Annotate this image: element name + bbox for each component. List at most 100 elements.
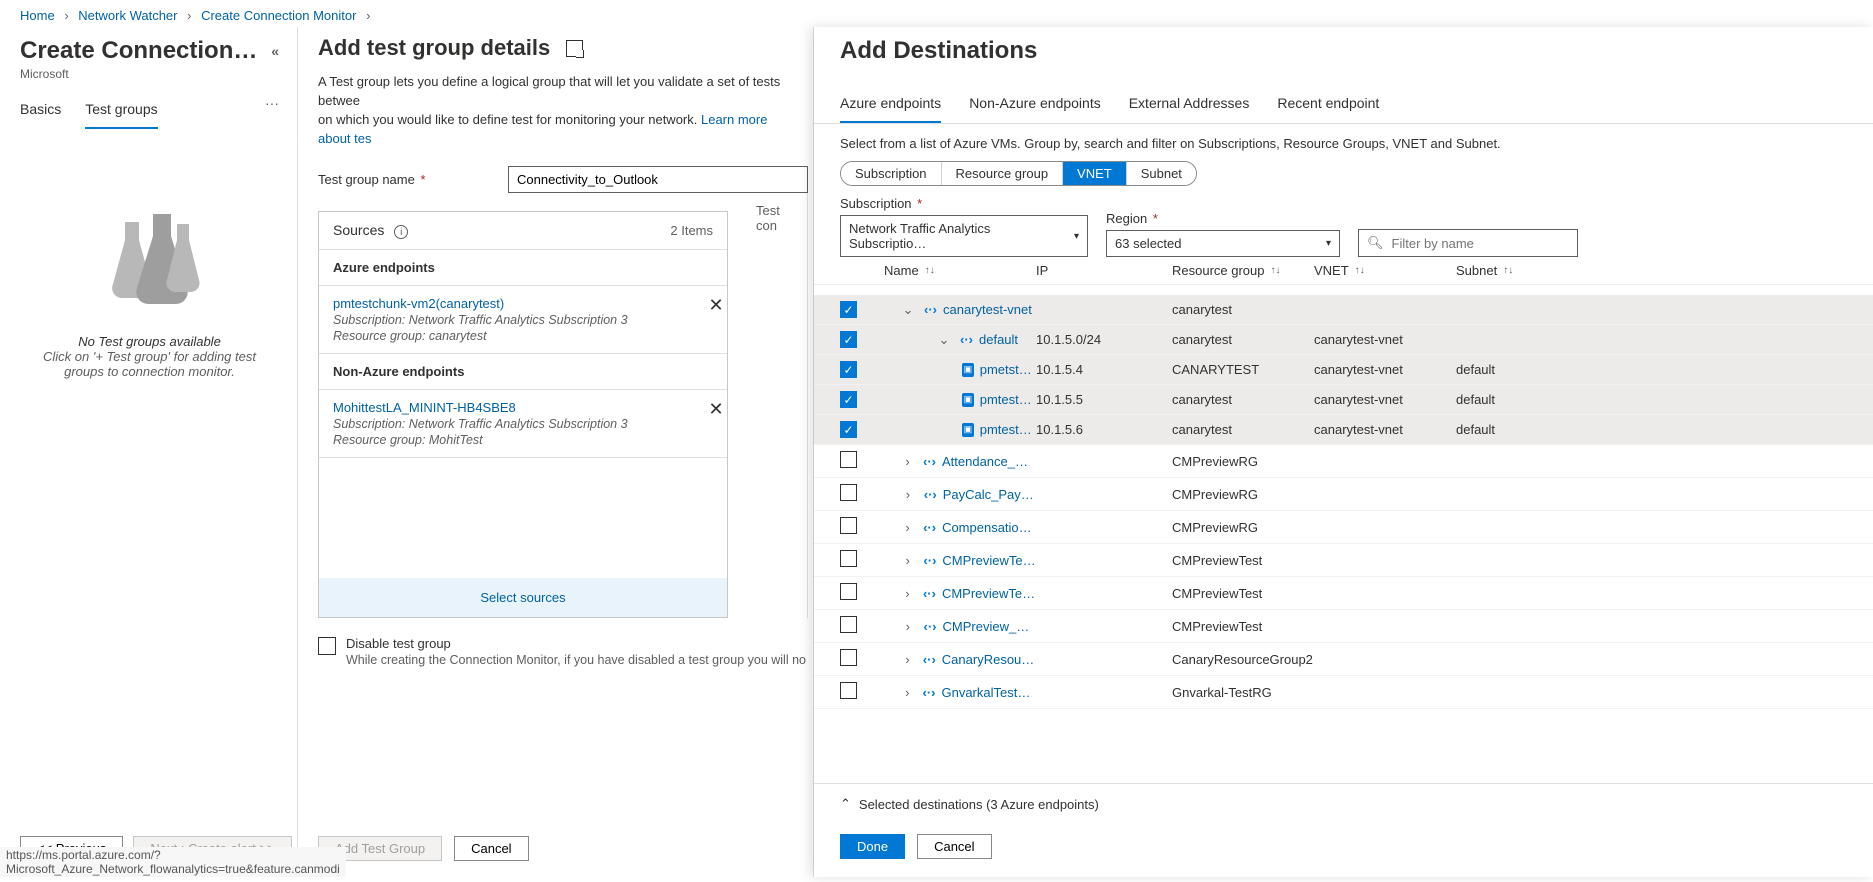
vnet-icon: ‹·› <box>923 586 936 601</box>
table-row[interactable]: ✓▣pmetstchu..10.1.5.4CANARYTESTcanarytes… <box>814 355 1873 385</box>
row-checkbox[interactable] <box>840 682 857 699</box>
region-dropdown[interactable]: 63 selected ▾ <box>1106 230 1340 257</box>
cancel-button[interactable]: Cancel <box>917 834 991 859</box>
table-row[interactable]: ›‹·›Compensation_...CMPreviewRG <box>814 511 1873 544</box>
sort-icon[interactable]: ↑↓ <box>1503 265 1513 276</box>
table-row[interactable]: ›‹·›CanaryResource..CanaryResourceGroup2 <box>814 643 1873 676</box>
filter-field[interactable] <box>1392 236 1569 251</box>
sort-icon[interactable]: ↑↓ <box>925 265 935 276</box>
collapse-icon[interactable]: « <box>271 43 279 59</box>
table-row[interactable]: ›‹·›CMPreview_HubCMPreviewTest <box>814 610 1873 643</box>
subscription-value: Network Traffic Analytics Subscriptio… <box>849 221 1064 251</box>
tab-recent-endpoint[interactable]: Recent endpoint <box>1277 87 1379 123</box>
row-name[interactable]: CanaryResource.. <box>942 652 1036 667</box>
tab-nonazure-endpoints[interactable]: Non-Azure endpoints <box>969 87 1101 123</box>
row-checkbox[interactable]: ✓ <box>840 421 857 438</box>
row-checkbox[interactable]: ✓ <box>840 391 857 408</box>
row-name[interactable]: CMPreview_Hub <box>943 619 1037 634</box>
tab-azure-endpoints[interactable]: Azure endpoints <box>840 87 941 123</box>
row-name[interactable]: pmtestchu.. <box>980 422 1036 437</box>
chevron-right-icon[interactable]: › <box>902 520 913 535</box>
filter-input[interactable]: 🔍︎ <box>1358 229 1578 257</box>
row-name[interactable]: canarytest-vnet <box>943 302 1032 317</box>
subscription-dropdown[interactable]: Network Traffic Analytics Subscriptio… ▾ <box>840 215 1088 257</box>
tab-test-groups[interactable]: Test groups <box>85 95 157 129</box>
row-checkbox[interactable] <box>840 550 857 567</box>
source-name[interactable]: pmtestchunk-vm2(canarytest) <box>333 296 697 311</box>
disable-checkbox[interactable] <box>318 637 336 655</box>
select-sources-button[interactable]: Select sources <box>319 578 727 617</box>
sort-icon[interactable]: ↑↓ <box>1355 265 1365 276</box>
chevron-right-icon[interactable]: › <box>902 619 914 634</box>
col-ip[interactable]: IP <box>1036 263 1048 278</box>
table-row[interactable]: ✓▣pmtestchu..10.1.5.6canarytestcanarytes… <box>814 415 1873 445</box>
pill-subnet[interactable]: Subnet <box>1126 162 1196 185</box>
more-icon[interactable]: ··· <box>265 95 279 129</box>
pill-subscription[interactable]: Subscription <box>841 162 941 185</box>
sort-icon[interactable]: ↑↓ <box>1271 265 1281 276</box>
table-row[interactable]: ✓▣pmtestchu..10.1.5.5canarytestcanarytes… <box>814 385 1873 415</box>
row-checkbox[interactable] <box>840 616 857 633</box>
row-checkbox[interactable]: ✓ <box>840 331 857 348</box>
row-subnet: default <box>1456 422 1584 437</box>
row-name[interactable]: CMPreviewTestv.. <box>942 586 1036 601</box>
table-row[interactable]: ›‹·›CMPreviewTestv..CMPreviewTest <box>814 577 1873 610</box>
table-row[interactable]: ›‹·›PayCalc_PayrollCMPreviewRG <box>814 478 1873 511</box>
row-checkbox[interactable] <box>840 583 857 600</box>
remove-icon[interactable]: ✕ <box>705 398 727 420</box>
row-name[interactable]: Compensation_... <box>942 520 1036 535</box>
crumb-home[interactable]: Home <box>20 8 55 23</box>
pill-resource-group[interactable]: Resource group <box>941 162 1063 185</box>
groupby-pills: Subscription Resource group VNET Subnet <box>840 161 1197 186</box>
chevron-right-icon[interactable]: › <box>902 652 913 667</box>
table-row[interactable]: ›‹·›GnvarkalTestRGv..Gnvarkal-TestRG <box>814 676 1873 709</box>
remove-icon[interactable]: ✕ <box>705 294 727 316</box>
source-name[interactable]: MohittestLA_MININT-HB4SBE8 <box>333 400 697 415</box>
row-name[interactable]: PayCalc_Payroll <box>943 487 1036 502</box>
chevron-right-icon[interactable]: › <box>902 586 913 601</box>
row-name[interactable]: Attendance_Payr. <box>942 454 1036 469</box>
info-icon[interactable]: i <box>394 225 408 239</box>
row-name[interactable]: CMPreviewTest-. <box>942 553 1036 568</box>
row-name[interactable]: pmetstchu.. <box>980 362 1036 377</box>
chevron-right-icon[interactable]: › <box>902 685 912 700</box>
source-sub: Subscription: Network Traffic Analytics … <box>333 417 697 431</box>
col-subnet[interactable]: Subnet <box>1456 263 1497 278</box>
col-name[interactable]: Name <box>884 263 919 278</box>
row-name[interactable]: default <box>979 332 1018 347</box>
col-vnet[interactable]: VNET <box>1314 263 1349 278</box>
tab-external-addresses[interactable]: External Addresses <box>1129 87 1250 123</box>
row-checkbox[interactable]: ✓ <box>840 361 857 378</box>
chevron-right-icon[interactable]: › <box>902 454 913 469</box>
chevron-right-icon[interactable]: › <box>902 487 914 502</box>
chevron-down-icon[interactable]: ⌄ <box>902 302 914 318</box>
col-rg[interactable]: Resource group <box>1172 263 1265 278</box>
crumb-create-cm[interactable]: Create Connection Monitor <box>201 8 356 23</box>
chevron-right-icon[interactable]: › <box>902 553 913 568</box>
crumb-network-watcher[interactable]: Network Watcher <box>78 8 177 23</box>
table-row[interactable]: ✓⌄‹·›canarytest-vnetcanarytest <box>814 295 1873 325</box>
chevron-down-icon[interactable]: ⌄ <box>938 332 950 348</box>
selected-summary[interactable]: Selected destinations (3 Azure endpoints… <box>859 797 1099 812</box>
row-checkbox[interactable] <box>840 484 857 501</box>
vm-icon: ▣ <box>962 393 974 407</box>
tg-name-input[interactable] <box>508 166 808 193</box>
done-button[interactable]: Done <box>840 834 905 859</box>
row-checkbox[interactable] <box>840 451 857 468</box>
row-checkbox[interactable]: ✓ <box>840 301 857 318</box>
row-name[interactable]: pmtestchu.. <box>980 392 1036 407</box>
destinations-grid[interactable]: ✓⌄‹·›canarytest-vnetcanarytest✓⌄‹·›defau… <box>814 295 1873 783</box>
row-checkbox[interactable] <box>840 649 857 666</box>
vnet-icon: ‹·› <box>922 685 935 700</box>
row-vnet: canarytest-vnet <box>1314 362 1456 377</box>
pill-vnet[interactable]: VNET <box>1062 162 1126 185</box>
table-row[interactable]: ›‹·›Attendance_Payr.CMPreviewRG <box>814 445 1873 478</box>
row-checkbox[interactable] <box>840 517 857 534</box>
tab-basics[interactable]: Basics <box>20 95 61 129</box>
feedback-icon[interactable] <box>566 40 583 57</box>
cancel-button[interactable]: Cancel <box>454 836 528 861</box>
row-name[interactable]: GnvarkalTestRGv.. <box>941 685 1036 700</box>
table-row[interactable]: ›‹·›CMPreviewTest-.CMPreviewTest <box>814 544 1873 577</box>
chevron-up-icon[interactable]: ⌃ <box>840 796 851 812</box>
table-row[interactable]: ✓⌄‹·›default10.1.5.0/24canarytestcanaryt… <box>814 325 1873 355</box>
